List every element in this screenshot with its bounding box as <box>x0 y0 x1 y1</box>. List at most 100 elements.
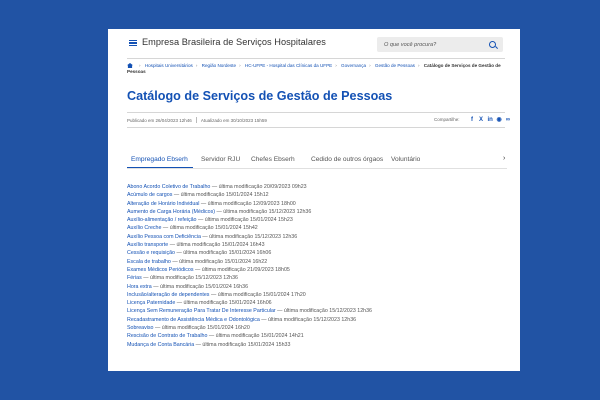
service-modified: — última modificação 15/01/2024 15h23 <box>196 217 293 224</box>
tab-bar: Empregado Ebserh Servidor RJU Chefes Ebs… <box>127 154 511 169</box>
service-modified: — última modificação 21/09/2023 18h05 <box>193 266 290 273</box>
service-link[interactable]: Licença Sem Remuneração Para Tratar De I… <box>127 308 276 314</box>
share-label: Compartilhe: <box>434 117 460 122</box>
service-modified: — última modificação 15/12/2023 12h36 <box>215 208 312 215</box>
service-modified: — última modificação 15/01/2024 16h06 <box>175 300 272 307</box>
list-item: Férias — última modificação 15/12/2023 1… <box>127 274 507 282</box>
service-modified: — última modificação 15/01/2024 15h33 <box>194 341 291 348</box>
tab-empregado-ebserh[interactable]: Empregado Ebserh <box>131 156 188 163</box>
tab-cedido-outros-orgaos[interactable]: Cedido de outros órgaos <box>311 156 383 163</box>
list-item: Mudança de Conta Bancária — última modif… <box>127 341 507 349</box>
service-modified: — última modificação 20/09/2023 09h23 <box>210 184 307 190</box>
list-item: Hora extra — última modificação 15/01/20… <box>127 283 507 291</box>
list-item: Exames Médicos Periódicos — última modif… <box>127 266 507 274</box>
service-link[interactable]: Abono Acordo Coletivo de Trabalho <box>127 184 210 190</box>
service-link[interactable]: Escala de trabalho <box>127 259 171 265</box>
share-bar: Compartilhe: f X in ◉ ∞ <box>434 116 511 124</box>
breadcrumb-separator: › <box>335 63 337 68</box>
service-modified: — última modificação 15/12/2023 12h36 <box>141 275 239 282</box>
breadcrumb-separator: › <box>369 63 371 68</box>
list-item: Rescisão de Contrato de Trabalho — últim… <box>127 332 507 340</box>
home-icon[interactable] <box>127 63 133 68</box>
service-link[interactable]: Acúmulo de cargos <box>127 192 172 198</box>
service-link[interactable]: Recadastramento de Assistência Médica e … <box>127 317 260 323</box>
breadcrumb-separator: › <box>417 63 420 68</box>
tab-chefes-ebserh[interactable]: Chefes Ebserh <box>251 156 295 163</box>
service-link[interactable]: Licença Paternidade <box>127 300 175 306</box>
service-modified: — última modificação 15/01/2024 17h20 <box>209 291 306 298</box>
page-container: Empresa Brasileira de Serviços Hospitala… <box>108 29 520 371</box>
list-item: Auxílio Creche — última modificação 15/0… <box>127 224 507 232</box>
service-link[interactable]: Auxílio transporte <box>127 242 168 248</box>
search-input[interactable] <box>384 39 484 50</box>
tab-voluntario[interactable]: Voluntário <box>391 156 420 163</box>
page-title: Catálogo de Serviços de Gestão de Pessoa… <box>127 89 393 103</box>
meta-top-divider <box>127 112 505 113</box>
header-divider <box>127 58 505 59</box>
meta-separator <box>195 117 197 123</box>
facebook-icon[interactable]: f <box>470 117 475 123</box>
service-modified: — última modificação 15/01/2024 16h43 <box>168 242 265 249</box>
service-link[interactable]: Hora extra <box>127 284 152 290</box>
copy-link-icon[interactable]: ∞ <box>506 117 511 123</box>
service-link[interactable]: Auxílio Creche <box>127 225 161 231</box>
service-modified: — última modificação 15/01/2024 16h06 <box>175 250 272 257</box>
service-list: Abono Acordo Coletivo de Trabalho — últi… <box>127 183 507 349</box>
published-date: Publicado em 26/04/2023 12h46 <box>127 118 192 123</box>
service-modified: — última modificação 15/01/2024 16h20 <box>153 325 250 332</box>
service-modified: — última modificação 12/09/2023 18h00 <box>199 200 296 207</box>
search-box <box>377 37 503 52</box>
service-link[interactable]: Mudança de Conta Bancária <box>127 342 194 348</box>
service-modified: — última modificação 15/01/2024 15h12 <box>172 192 269 199</box>
service-link[interactable]: Exames Médicos Periódicos <box>127 267 194 273</box>
list-item: Alteração de Horário Individual — última… <box>127 200 507 208</box>
list-item: Licença Sem Remuneração Para Tratar De I… <box>127 307 507 315</box>
list-item: Recadastramento de Assistência Médica e … <box>127 316 507 324</box>
list-item: Auxílio Pessoa com Deficiência — última … <box>127 233 507 241</box>
breadcrumb-separator: › <box>239 63 241 68</box>
breadcrumb-item[interactable]: HC-UFPE - Hospital das Clínicas da UFPE <box>245 63 332 68</box>
list-item: Auxílio-alimentação / refeição — última … <box>127 216 507 224</box>
breadcrumb-item[interactable]: Governança <box>341 63 366 68</box>
menu-icon[interactable] <box>129 40 137 46</box>
list-item: Sobreaviso — última modificação 15/01/20… <box>127 324 507 332</box>
site-brand[interactable]: Empresa Brasileira de Serviços Hospitala… <box>142 37 326 47</box>
search-icon[interactable] <box>489 41 496 48</box>
breadcrumb-item[interactable]: Hospitais Universitários <box>145 63 193 68</box>
publication-info: Publicado em 26/04/2023 12h46 Atualizado … <box>127 117 267 123</box>
service-link[interactable]: Férias <box>127 275 142 281</box>
service-modified: — última modificação 15/01/2024 14h21 <box>207 333 304 340</box>
breadcrumb-item[interactable]: Região Nordeste <box>202 63 236 68</box>
x-icon[interactable]: X <box>479 117 484 123</box>
breadcrumb: › Hospitais Universitários › Região Norde… <box>127 63 507 76</box>
service-link[interactable]: Alteração de Horário Individual <box>127 201 199 207</box>
list-item: Abono Acordo Coletivo de Trabalho — últi… <box>127 183 507 191</box>
service-modified: — última modificação 15/12/2023 12h36 <box>200 233 298 240</box>
tab-baseline <box>127 168 507 169</box>
list-item: Auxílio transporte — última modificação … <box>127 241 507 249</box>
service-modified: — última modificação 15/01/2024 16h22 <box>170 258 268 265</box>
service-link[interactable]: Inclusão/alteração de dependentes <box>127 292 209 298</box>
service-link[interactable]: Auxílio Pessoa com Deficiência <box>127 234 201 240</box>
service-link[interactable]: Cessão e requisição <box>127 250 175 256</box>
linkedin-icon[interactable]: in <box>488 117 493 123</box>
service-modified: — última modificação 15/01/2024 15h42 <box>161 225 258 232</box>
whatsapp-icon[interactable]: ◉ <box>497 116 502 123</box>
list-item: Licença Paternidade — última modificação… <box>127 299 507 307</box>
list-item: Aumento de Carga Horária (Médicos) — últ… <box>127 208 507 216</box>
service-modified: — última modificação 15/12/2023 12h36 <box>275 308 372 315</box>
service-link[interactable]: Sobreaviso <box>127 325 154 331</box>
service-link[interactable]: Rescisão de Contrato de Trabalho <box>127 333 207 339</box>
list-item: Escala de trabalho — última modificação … <box>127 258 507 266</box>
breadcrumb-separator: › <box>195 63 198 68</box>
tab-servidor-rju[interactable]: Servidor RJU <box>201 156 240 163</box>
list-item: Cessão e requisição — última modificação… <box>127 249 507 257</box>
service-modified: — última modificação 15/12/2023 12h36 <box>259 316 357 323</box>
breadcrumb-item[interactable]: Gestão de Pessoas <box>375 63 415 68</box>
service-link[interactable]: Aumento de Carga Horária (Médicos) <box>127 209 215 215</box>
list-item: Acúmulo de cargos — última modificação 1… <box>127 191 507 199</box>
breadcrumb-separator: › <box>139 63 141 68</box>
list-item: Inclusão/alteração de dependentes — últi… <box>127 291 507 299</box>
service-link[interactable]: Auxílio-alimentação / refeição <box>127 217 196 223</box>
chevron-right-icon[interactable]: › <box>503 155 505 162</box>
